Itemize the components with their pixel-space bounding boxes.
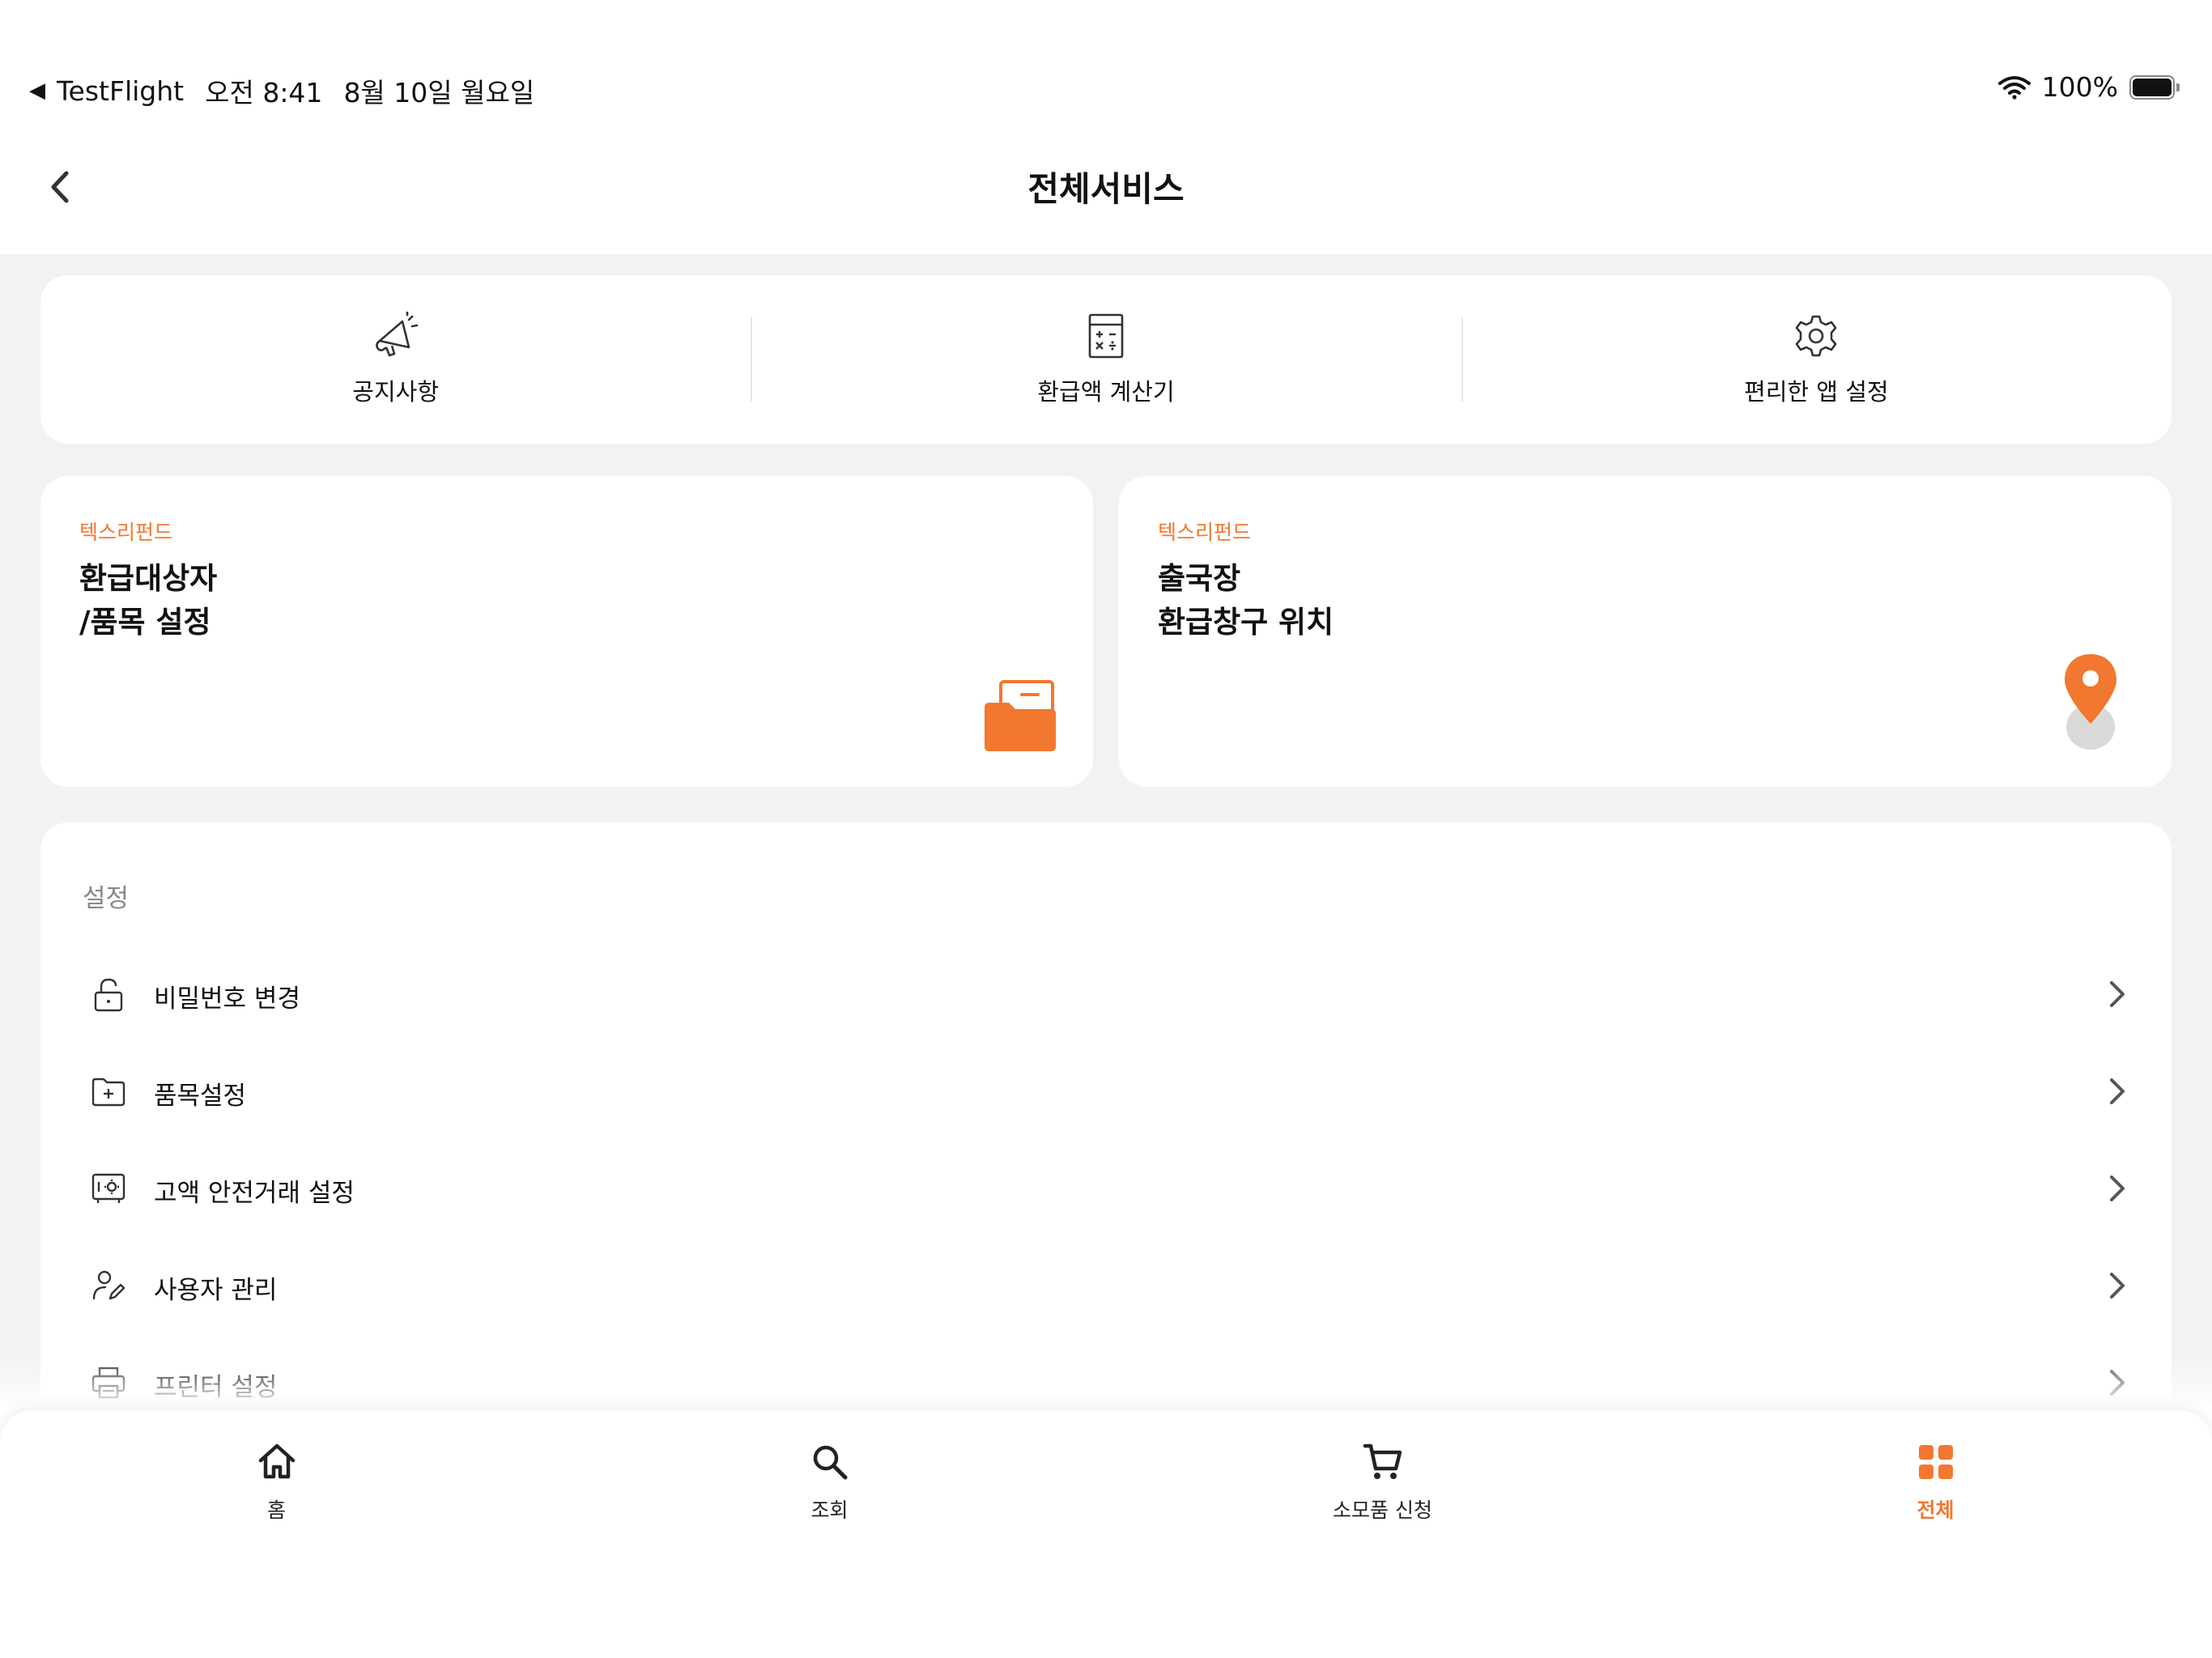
status-right: 100% — [1997, 71, 2180, 103]
chevron-right-icon — [2110, 981, 2125, 1007]
unlock-icon — [94, 978, 123, 1012]
promo-card-refund-items[interactable]: 텍스리펀드 환급대상자 /품목 설정 — [40, 476, 1093, 787]
quick-actions-card: 공지사항 환급액 계산기 편리한 앱 설정 — [40, 275, 2172, 444]
tab-label: 전체 — [1916, 1499, 1955, 1522]
tab-label: 조회 — [810, 1499, 849, 1522]
safe-icon — [91, 1173, 125, 1203]
megaphone-icon — [375, 312, 418, 357]
tab-label: 홈 — [266, 1499, 286, 1522]
quick-action-app-settings[interactable]: 편리한 앱 설정 — [1461, 275, 2172, 444]
grid-icon — [1918, 1445, 1953, 1479]
folder-icon — [985, 680, 1056, 751]
printer-icon — [91, 1367, 125, 1399]
page-title: 전체서비스 — [1027, 169, 1185, 209]
content-area[interactable]: 공지사항 환급액 계산기 편리한 앱 설정 텍스리펀드 환급대상자 /품목 설정… — [0, 254, 2212, 1404]
calculator-icon — [1088, 313, 1124, 359]
back-to-app-icon[interactable]: ◀ — [29, 79, 45, 103]
folder-plus-icon — [91, 1078, 125, 1107]
chevron-right-icon — [2110, 1078, 2125, 1104]
settings-item-label: 고액 안전거래 설정 — [154, 1179, 355, 1208]
settings-item-label: 사용자 관리 — [154, 1276, 278, 1305]
home-icon — [258, 1443, 295, 1479]
settings-item-label: 비밀번호 변경 — [154, 984, 300, 1014]
promo-title: 환급대상자 /품목 설정 — [79, 557, 217, 644]
quick-action-calculator[interactable]: 환급액 계산기 — [751, 275, 1461, 444]
settings-item-users[interactable]: 사용자 관리 — [40, 1235, 2172, 1333]
quick-action-label: 환급액 계산기 — [1037, 378, 1175, 406]
battery-percent: 100% — [2041, 71, 2118, 103]
location-pin-icon — [2065, 654, 2116, 750]
promo-brand: 텍스리펀드 — [79, 521, 173, 544]
tab-bar: 홈 조회 소모품 신청 전체 — [0, 1410, 2212, 1658]
screen: ◀ TestFlight 오전 8:41 8월 10일 월요일 100% 전체서… — [0, 0, 2212, 1658]
back-app-label[interactable]: TestFlight — [57, 75, 184, 107]
settings-item-printer[interactable]: 프린터 설정 — [40, 1333, 2172, 1404]
settings-card: 설정 비밀번호 변경 품목설정 고액 안전거래 설정 사용자 관리 프린터 설정 — [40, 823, 2172, 1404]
quick-action-notice[interactable]: 공지사항 — [40, 275, 751, 444]
settings-item-label: 프린터 설정 — [154, 1373, 278, 1402]
tab-home[interactable]: 홈 — [0, 1410, 553, 1658]
search-icon — [813, 1445, 847, 1480]
battery-icon — [2129, 74, 2180, 100]
status-left: ◀ TestFlight 오전 8:41 8월 10일 월요일 — [29, 71, 534, 110]
promo-title-line: /품목 설정 — [79, 605, 211, 640]
settings-item-label: 품목설정 — [154, 1082, 247, 1111]
promo-title-line: 환급대상자 — [79, 561, 218, 596]
wifi-icon — [1997, 75, 2031, 100]
quick-action-label: 편리한 앱 설정 — [1744, 378, 1889, 406]
chevron-right-icon — [2110, 1175, 2125, 1201]
status-date: 8월 10일 월요일 — [343, 77, 535, 108]
chevron-right-icon — [2110, 1273, 2125, 1299]
gear-icon — [1796, 315, 1837, 357]
settings-item-password[interactable]: 비밀번호 변경 — [40, 944, 2172, 1041]
nav-bar: 전체서비스 — [0, 130, 2212, 254]
settings-section-title: 설정 — [83, 884, 130, 913]
settings-item-safe-trade[interactable]: 고액 안전거래 설정 — [40, 1138, 2172, 1235]
status-time: 오전 8:41 — [205, 77, 323, 108]
user-edit-icon — [92, 1270, 125, 1300]
tab-all[interactable]: 전체 — [1659, 1410, 2212, 1658]
promo-title: 출국장 환급창구 위치 — [1158, 557, 1334, 644]
tab-supplies[interactable]: 소모품 신청 — [1106, 1410, 1659, 1658]
promo-brand: 텍스리펀드 — [1158, 521, 1252, 544]
tab-label: 소모품 신청 — [1333, 1499, 1432, 1522]
promo-title-line: 환급창구 위치 — [1158, 605, 1334, 640]
promo-card-refund-location[interactable]: 텍스리펀드 출국장 환급창구 위치 — [1119, 476, 2172, 787]
status-bar: ◀ TestFlight 오전 8:41 8월 10일 월요일 100% — [0, 0, 2212, 130]
tab-search[interactable]: 조회 — [553, 1410, 1106, 1658]
settings-item-items[interactable]: 품목설정 — [40, 1041, 2172, 1138]
promo-title-line: 출국장 — [1158, 561, 1241, 596]
chevron-right-icon — [2110, 1370, 2125, 1396]
cart-icon — [1363, 1443, 1402, 1479]
quick-action-label: 공지사항 — [352, 378, 440, 406]
